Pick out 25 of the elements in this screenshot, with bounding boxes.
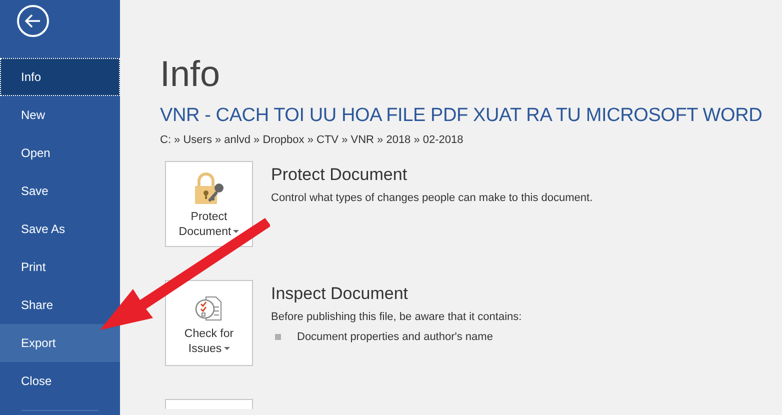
sidebar-item[interactable]: Close	[0, 362, 120, 400]
section-description: Control what types of changes people can make to this document.	[271, 190, 593, 206]
page-title: Info	[160, 52, 222, 96]
section-heading: Protect Document	[271, 164, 408, 186]
check-for-issues-button[interactable]: Check for Issues	[165, 280, 253, 366]
section-heading: Inspect Document	[271, 282, 410, 304]
bullet-text: Document properties and author's name	[297, 330, 493, 345]
protect-document-button[interactable]: Protect Document	[165, 160, 253, 246]
sidebar-item[interactable]: Save	[0, 172, 120, 210]
caret-icon	[224, 347, 230, 351]
back-button[interactable]	[17, 5, 49, 37]
file-path: C: » Users » anlvd » Dropbox » CTV » VNR » 2018 » 02-2018	[160, 133, 464, 148]
back-arrow-icon	[25, 14, 41, 28]
sidebar-item[interactable]: New	[0, 96, 120, 134]
sidebar-item[interactable]: Print	[0, 248, 120, 286]
sidebar-item[interactable]: Info	[0, 58, 120, 96]
sidebar-item[interactable]: Open	[0, 134, 120, 172]
caret-icon	[233, 230, 240, 234]
document-title: VNR - CACH TOI UU HOA FILE PDF XUAT RA TU MICROSOFT WORD	[160, 104, 764, 128]
sidebar-item[interactable]: Export	[0, 324, 120, 362]
lock-key-icon	[193, 172, 225, 206]
sidebar-item[interactable]: Save As	[0, 210, 120, 248]
sidebar-item[interactable]: Share	[0, 286, 120, 324]
section-description: Before publishing this file, be aware that it contains:	[271, 310, 522, 324]
bullet-icon	[275, 334, 281, 340]
